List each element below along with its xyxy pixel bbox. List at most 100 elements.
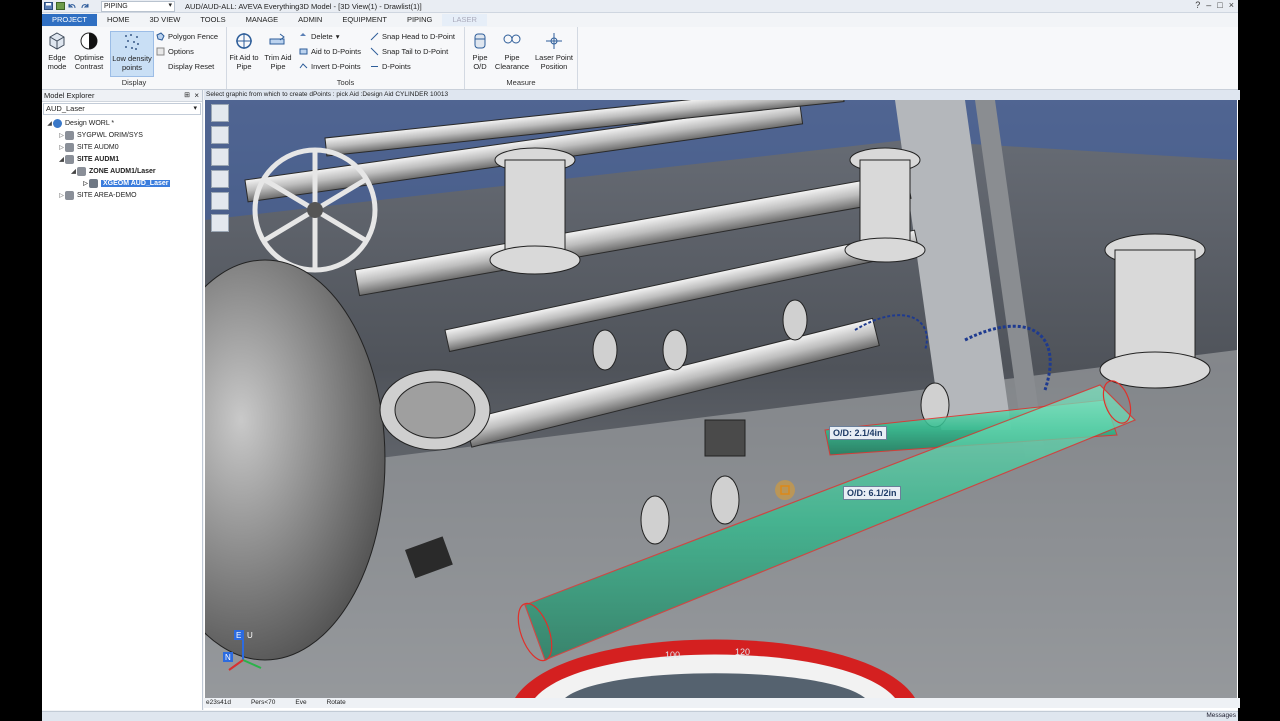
pipe-od-icon (474, 33, 486, 49)
tree-node-label: ZONE AUDM1/Laser (89, 168, 156, 175)
fit-aid-to-pipe-button[interactable]: Fit Aid to Pipe (229, 31, 259, 71)
tree-node-site-audm1[interactable]: ◢ SITE AUDM1 (58, 154, 119, 165)
view-tool-button[interactable] (211, 148, 229, 166)
measure-group-label: Measure (506, 78, 536, 87)
tree-node-site-area-demo[interactable]: ▷ SITE AREA-DEMO (58, 190, 137, 201)
pipe-clearance-icon (503, 34, 521, 44)
display-group-label: Display (121, 78, 147, 87)
aid-to-dpoints-button[interactable]: Aid to D-Points (299, 47, 361, 56)
view-tool-button[interactable] (211, 104, 229, 122)
pin-icon[interactable]: ⊞ (184, 90, 190, 101)
view-tool-button[interactable] (211, 192, 229, 210)
axis-e-label: E (236, 631, 241, 640)
tree-node-xgeom[interactable]: ▷ XGEOM AUD_Laser (82, 178, 171, 189)
dpoints-button[interactable]: D-Points (370, 62, 411, 71)
ribbon-group-display: Edge mode Optimise Contrast Low density … (42, 27, 227, 89)
dpoints-label: D-Points (382, 62, 411, 71)
site-icon (65, 191, 74, 200)
aid-to-dpoints-label: Aid to D-Points (311, 47, 362, 56)
display-reset-button[interactable]: Display Reset (156, 62, 214, 71)
pipe-od-label: Pipe O/D (472, 53, 488, 71)
window-title: AUD/AUD-ALL: AVEVA Everything3D Model - … (185, 1, 422, 11)
model-explorer-panel: Model Explorer ⊞ × AUD_Laser ◢ Design WO… (42, 90, 203, 710)
trim-aid-icon (269, 33, 285, 45)
tab-manage[interactable]: MANAGE (236, 14, 289, 26)
expand-toggle-icon[interactable]: ▷ (58, 132, 65, 139)
close-icon[interactable]: × (1229, 1, 1234, 10)
trim-aid-pipe-button[interactable]: Trim Aid Pipe (261, 31, 295, 71)
od-label-large: O/D: 6.1/2in (843, 486, 901, 500)
tree-node-label: Design WORL * (65, 120, 115, 127)
expand-toggle-icon[interactable]: ◢ (58, 156, 65, 163)
view-tool-button[interactable] (211, 170, 229, 188)
expand-toggle-icon[interactable]: ▷ (58, 192, 65, 199)
low-density-points-button[interactable]: Low density points (110, 31, 154, 77)
tab-admin[interactable]: ADMIN (288, 14, 332, 26)
edge-mode-button[interactable]: Edge mode (44, 31, 70, 71)
fit-aid-icon (236, 33, 252, 49)
trim-aid-pipe-label: Trim Aid Pipe (264, 53, 292, 71)
model-explorer-title: Model Explorer (44, 91, 95, 100)
chevron-down-icon: ▾ (335, 32, 340, 41)
status-perspective: Pers<70 (250, 699, 276, 706)
tree-node-zone[interactable]: ◢ ZONE AUDM1/Laser (70, 166, 156, 177)
help-icon[interactable]: ? (1195, 1, 1200, 10)
delete-button[interactable]: Delete ▾ (299, 32, 339, 41)
zone-icon (77, 167, 86, 176)
options-button[interactable]: Options (156, 47, 194, 56)
options-icon (156, 47, 165, 56)
point-cloud-scene[interactable]: 100 120 O/D: 2.1/4in O/D: 6.1/2in E U N (205, 100, 1237, 698)
redo-icon[interactable] (80, 2, 89, 10)
explorer-select[interactable]: AUD_Laser (43, 103, 201, 115)
polygon-fence-button[interactable]: Polygon Fence (156, 32, 218, 41)
tab-tools[interactable]: TOOLS (190, 14, 235, 26)
laser-point-position-button[interactable]: Laser Point Position (533, 31, 575, 71)
snap-head-button[interactable]: Snap Head to D-Point (370, 32, 455, 41)
tree-node-label: SITE AREA-DEMO (77, 192, 137, 199)
tab-project[interactable]: PROJECT (42, 14, 98, 26)
expand-toggle-icon[interactable]: ◢ (70, 168, 77, 175)
tab-equipment[interactable]: EQUIPMENT (332, 14, 397, 26)
aid-to-dpoints-icon (299, 47, 308, 56)
dpoints-icon (370, 62, 379, 71)
tree-node-sys[interactable]: ▷ SYGPWL ORIM/SYS (58, 130, 143, 141)
pipe-od-button[interactable]: Pipe O/D (468, 31, 492, 71)
maximize-icon[interactable]: □ (1217, 1, 1222, 10)
low-density-points-label: Low density points (112, 54, 152, 72)
display-reset-icon (156, 62, 165, 71)
ribbon-tabs: PROJECT HOME 3D VIEW TOOLS MANAGE ADMIN … (42, 13, 1238, 26)
optimise-contrast-button[interactable]: Optimise Contrast (72, 31, 106, 71)
close-panel-icon[interactable]: × (194, 90, 199, 101)
left-black-border (0, 0, 42, 720)
view-tool-button[interactable] (211, 126, 229, 144)
tree-node-label: SITE AUDM1 (77, 156, 120, 163)
polygon-fence-icon (156, 32, 165, 41)
save-work-icon[interactable] (56, 2, 65, 10)
site-icon (65, 155, 74, 164)
undo-icon[interactable] (68, 2, 77, 10)
globe-icon (53, 119, 62, 128)
tab-home[interactable]: HOME (97, 14, 140, 26)
invert-dpoints-label: Invert D-Points (311, 62, 361, 71)
options-label: Options (168, 47, 194, 56)
model-explorer-header: Model Explorer ⊞ × (42, 90, 202, 102)
module-select[interactable]: PIPING (101, 0, 175, 12)
snap-head-label: Snap Head to D-Point (382, 32, 455, 41)
expand-toggle-icon[interactable]: ▷ (58, 144, 65, 151)
snap-tail-button[interactable]: Snap Tail to D-Point (370, 47, 448, 56)
right-black-border (1238, 0, 1280, 720)
tab-3d-view[interactable]: 3D VIEW (140, 14, 191, 26)
tree-node-design[interactable]: ◢ Design WORL * (46, 118, 114, 129)
expand-toggle-icon[interactable]: ▷ (82, 180, 89, 187)
minimize-icon[interactable]: – (1206, 1, 1211, 10)
tree-node-site-audm0[interactable]: ▷ SITE AUDM0 (58, 142, 119, 153)
pipe-clearance-button[interactable]: Pipe Clearance (494, 31, 530, 71)
tab-piping[interactable]: PIPING (397, 14, 442, 26)
expand-toggle-icon[interactable]: ◢ (46, 120, 53, 127)
messages-button[interactable]: Messages (1206, 712, 1236, 719)
tab-laser[interactable]: LASER (442, 14, 487, 26)
invert-dpoints-button[interactable]: Invert D-Points (299, 62, 361, 71)
save-icon[interactable] (44, 2, 53, 10)
view-tool-button[interactable] (211, 214, 229, 232)
status-coords: e23s41d (206, 699, 231, 706)
